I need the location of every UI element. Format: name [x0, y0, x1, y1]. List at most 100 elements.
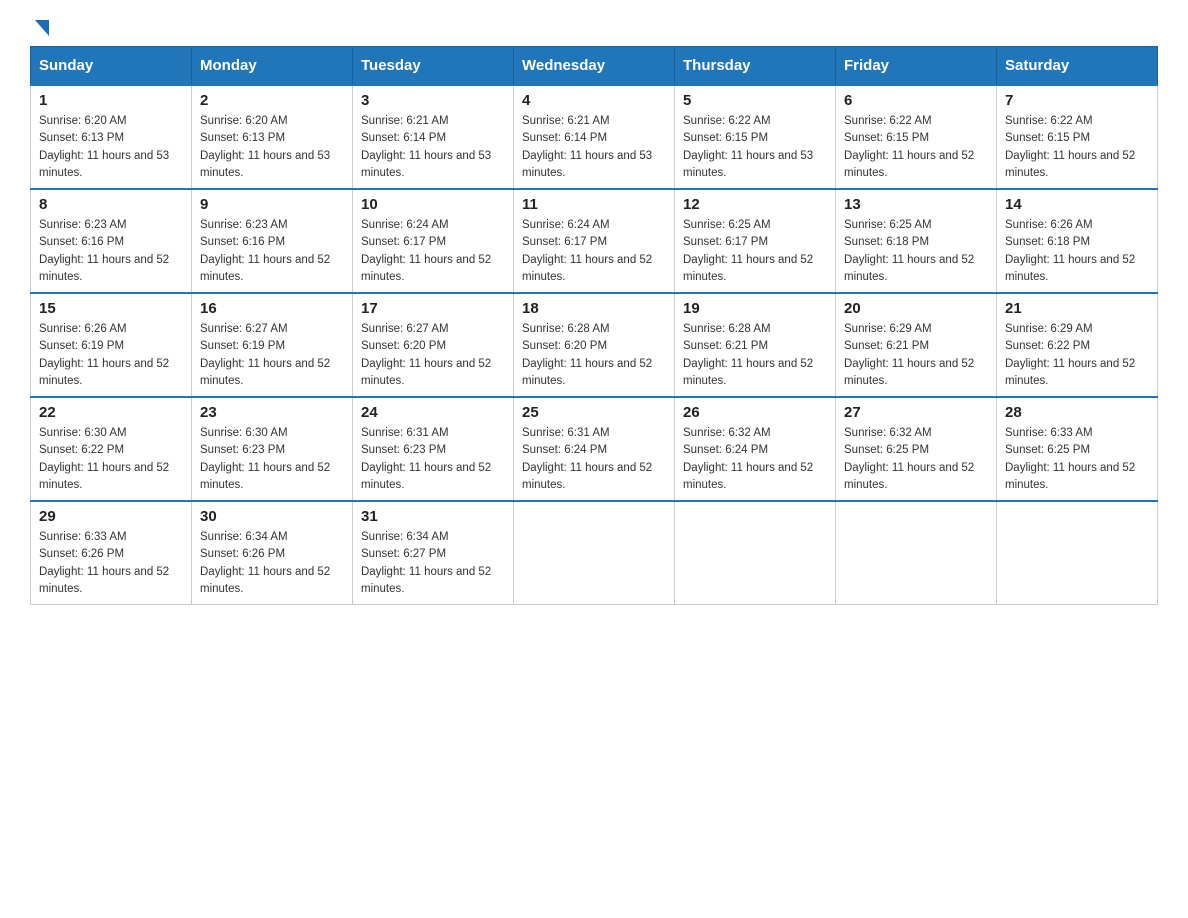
day-number: 17: [361, 300, 505, 317]
table-row: 23 Sunrise: 6:30 AMSunset: 6:23 PMDaylig…: [192, 397, 353, 501]
day-info: Sunrise: 6:25 AMSunset: 6:18 PMDaylight:…: [844, 217, 988, 286]
table-row: 29 Sunrise: 6:33 AMSunset: 6:26 PMDaylig…: [31, 501, 192, 605]
day-info: Sunrise: 6:21 AMSunset: 6:14 PMDaylight:…: [361, 113, 505, 182]
table-row: 20 Sunrise: 6:29 AMSunset: 6:21 PMDaylig…: [836, 293, 997, 397]
table-row: 25 Sunrise: 6:31 AMSunset: 6:24 PMDaylig…: [514, 397, 675, 501]
day-number: 11: [522, 196, 666, 213]
day-info: Sunrise: 6:33 AMSunset: 6:25 PMDaylight:…: [1005, 425, 1149, 494]
day-number: 22: [39, 404, 183, 421]
table-row: 30 Sunrise: 6:34 AMSunset: 6:26 PMDaylig…: [192, 501, 353, 605]
day-number: 19: [683, 300, 827, 317]
day-number: 2: [200, 92, 344, 109]
day-number: 6: [844, 92, 988, 109]
day-info: Sunrise: 6:29 AMSunset: 6:21 PMDaylight:…: [844, 321, 988, 390]
table-row: 27 Sunrise: 6:32 AMSunset: 6:25 PMDaylig…: [836, 397, 997, 501]
table-row: 7 Sunrise: 6:22 AMSunset: 6:15 PMDayligh…: [997, 85, 1158, 189]
day-number: 18: [522, 300, 666, 317]
table-row: 13 Sunrise: 6:25 AMSunset: 6:18 PMDaylig…: [836, 189, 997, 293]
day-info: Sunrise: 6:24 AMSunset: 6:17 PMDaylight:…: [522, 217, 666, 286]
day-number: 7: [1005, 92, 1149, 109]
day-number: 28: [1005, 404, 1149, 421]
table-row: 9 Sunrise: 6:23 AMSunset: 6:16 PMDayligh…: [192, 189, 353, 293]
table-row: [514, 501, 675, 605]
col-friday: Friday: [836, 47, 997, 86]
day-number: 10: [361, 196, 505, 213]
table-row: 24 Sunrise: 6:31 AMSunset: 6:23 PMDaylig…: [353, 397, 514, 501]
day-info: Sunrise: 6:32 AMSunset: 6:25 PMDaylight:…: [844, 425, 988, 494]
table-row: 31 Sunrise: 6:34 AMSunset: 6:27 PMDaylig…: [353, 501, 514, 605]
col-thursday: Thursday: [675, 47, 836, 86]
table-row: [836, 501, 997, 605]
day-number: 1: [39, 92, 183, 109]
day-info: Sunrise: 6:31 AMSunset: 6:24 PMDaylight:…: [522, 425, 666, 494]
day-number: 23: [200, 404, 344, 421]
calendar-week-row: 15 Sunrise: 6:26 AMSunset: 6:19 PMDaylig…: [31, 293, 1158, 397]
table-row: 28 Sunrise: 6:33 AMSunset: 6:25 PMDaylig…: [997, 397, 1158, 501]
table-row: 17 Sunrise: 6:27 AMSunset: 6:20 PMDaylig…: [353, 293, 514, 397]
table-row: 14 Sunrise: 6:26 AMSunset: 6:18 PMDaylig…: [997, 189, 1158, 293]
day-number: 14: [1005, 196, 1149, 213]
table-row: 12 Sunrise: 6:25 AMSunset: 6:17 PMDaylig…: [675, 189, 836, 293]
table-row: 4 Sunrise: 6:21 AMSunset: 6:14 PMDayligh…: [514, 85, 675, 189]
logo-triangle-icon: [31, 18, 53, 40]
calendar-table: Sunday Monday Tuesday Wednesday Thursday…: [30, 46, 1158, 605]
table-row: 15 Sunrise: 6:26 AMSunset: 6:19 PMDaylig…: [31, 293, 192, 397]
col-wednesday: Wednesday: [514, 47, 675, 86]
day-info: Sunrise: 6:20 AMSunset: 6:13 PMDaylight:…: [200, 113, 344, 182]
day-info: Sunrise: 6:22 AMSunset: 6:15 PMDaylight:…: [844, 113, 988, 182]
day-number: 15: [39, 300, 183, 317]
day-info: Sunrise: 6:32 AMSunset: 6:24 PMDaylight:…: [683, 425, 827, 494]
day-number: 5: [683, 92, 827, 109]
day-number: 25: [522, 404, 666, 421]
day-info: Sunrise: 6:30 AMSunset: 6:22 PMDaylight:…: [39, 425, 183, 494]
day-info: Sunrise: 6:30 AMSunset: 6:23 PMDaylight:…: [200, 425, 344, 494]
day-number: 20: [844, 300, 988, 317]
logo: [30, 20, 53, 36]
table-row: 21 Sunrise: 6:29 AMSunset: 6:22 PMDaylig…: [997, 293, 1158, 397]
day-info: Sunrise: 6:28 AMSunset: 6:20 PMDaylight:…: [522, 321, 666, 390]
day-info: Sunrise: 6:26 AMSunset: 6:18 PMDaylight:…: [1005, 217, 1149, 286]
table-row: 8 Sunrise: 6:23 AMSunset: 6:16 PMDayligh…: [31, 189, 192, 293]
table-row: 3 Sunrise: 6:21 AMSunset: 6:14 PMDayligh…: [353, 85, 514, 189]
day-info: Sunrise: 6:27 AMSunset: 6:20 PMDaylight:…: [361, 321, 505, 390]
day-number: 3: [361, 92, 505, 109]
table-row: 26 Sunrise: 6:32 AMSunset: 6:24 PMDaylig…: [675, 397, 836, 501]
day-info: Sunrise: 6:24 AMSunset: 6:17 PMDaylight:…: [361, 217, 505, 286]
table-row: 16 Sunrise: 6:27 AMSunset: 6:19 PMDaylig…: [192, 293, 353, 397]
day-number: 30: [200, 508, 344, 525]
day-number: 21: [1005, 300, 1149, 317]
calendar-week-row: 8 Sunrise: 6:23 AMSunset: 6:16 PMDayligh…: [31, 189, 1158, 293]
day-number: 16: [200, 300, 344, 317]
day-info: Sunrise: 6:33 AMSunset: 6:26 PMDaylight:…: [39, 529, 183, 598]
day-info: Sunrise: 6:34 AMSunset: 6:26 PMDaylight:…: [200, 529, 344, 598]
day-info: Sunrise: 6:23 AMSunset: 6:16 PMDaylight:…: [200, 217, 344, 286]
page-header: [30, 20, 1158, 36]
col-monday: Monday: [192, 47, 353, 86]
table-row: 10 Sunrise: 6:24 AMSunset: 6:17 PMDaylig…: [353, 189, 514, 293]
day-number: 13: [844, 196, 988, 213]
calendar-header-row: Sunday Monday Tuesday Wednesday Thursday…: [31, 47, 1158, 86]
day-info: Sunrise: 6:29 AMSunset: 6:22 PMDaylight:…: [1005, 321, 1149, 390]
day-info: Sunrise: 6:34 AMSunset: 6:27 PMDaylight:…: [361, 529, 505, 598]
calendar-week-row: 22 Sunrise: 6:30 AMSunset: 6:22 PMDaylig…: [31, 397, 1158, 501]
table-row: 22 Sunrise: 6:30 AMSunset: 6:22 PMDaylig…: [31, 397, 192, 501]
day-info: Sunrise: 6:20 AMSunset: 6:13 PMDaylight:…: [39, 113, 183, 182]
col-saturday: Saturday: [997, 47, 1158, 86]
day-number: 24: [361, 404, 505, 421]
table-row: 19 Sunrise: 6:28 AMSunset: 6:21 PMDaylig…: [675, 293, 836, 397]
table-row: 5 Sunrise: 6:22 AMSunset: 6:15 PMDayligh…: [675, 85, 836, 189]
day-info: Sunrise: 6:28 AMSunset: 6:21 PMDaylight:…: [683, 321, 827, 390]
day-info: Sunrise: 6:31 AMSunset: 6:23 PMDaylight:…: [361, 425, 505, 494]
day-info: Sunrise: 6:25 AMSunset: 6:17 PMDaylight:…: [683, 217, 827, 286]
day-info: Sunrise: 6:21 AMSunset: 6:14 PMDaylight:…: [522, 113, 666, 182]
day-number: 31: [361, 508, 505, 525]
day-number: 26: [683, 404, 827, 421]
col-tuesday: Tuesday: [353, 47, 514, 86]
day-number: 8: [39, 196, 183, 213]
table-row: 6 Sunrise: 6:22 AMSunset: 6:15 PMDayligh…: [836, 85, 997, 189]
table-row: 18 Sunrise: 6:28 AMSunset: 6:20 PMDaylig…: [514, 293, 675, 397]
day-info: Sunrise: 6:23 AMSunset: 6:16 PMDaylight:…: [39, 217, 183, 286]
day-info: Sunrise: 6:22 AMSunset: 6:15 PMDaylight:…: [683, 113, 827, 182]
day-number: 9: [200, 196, 344, 213]
table-row: [675, 501, 836, 605]
